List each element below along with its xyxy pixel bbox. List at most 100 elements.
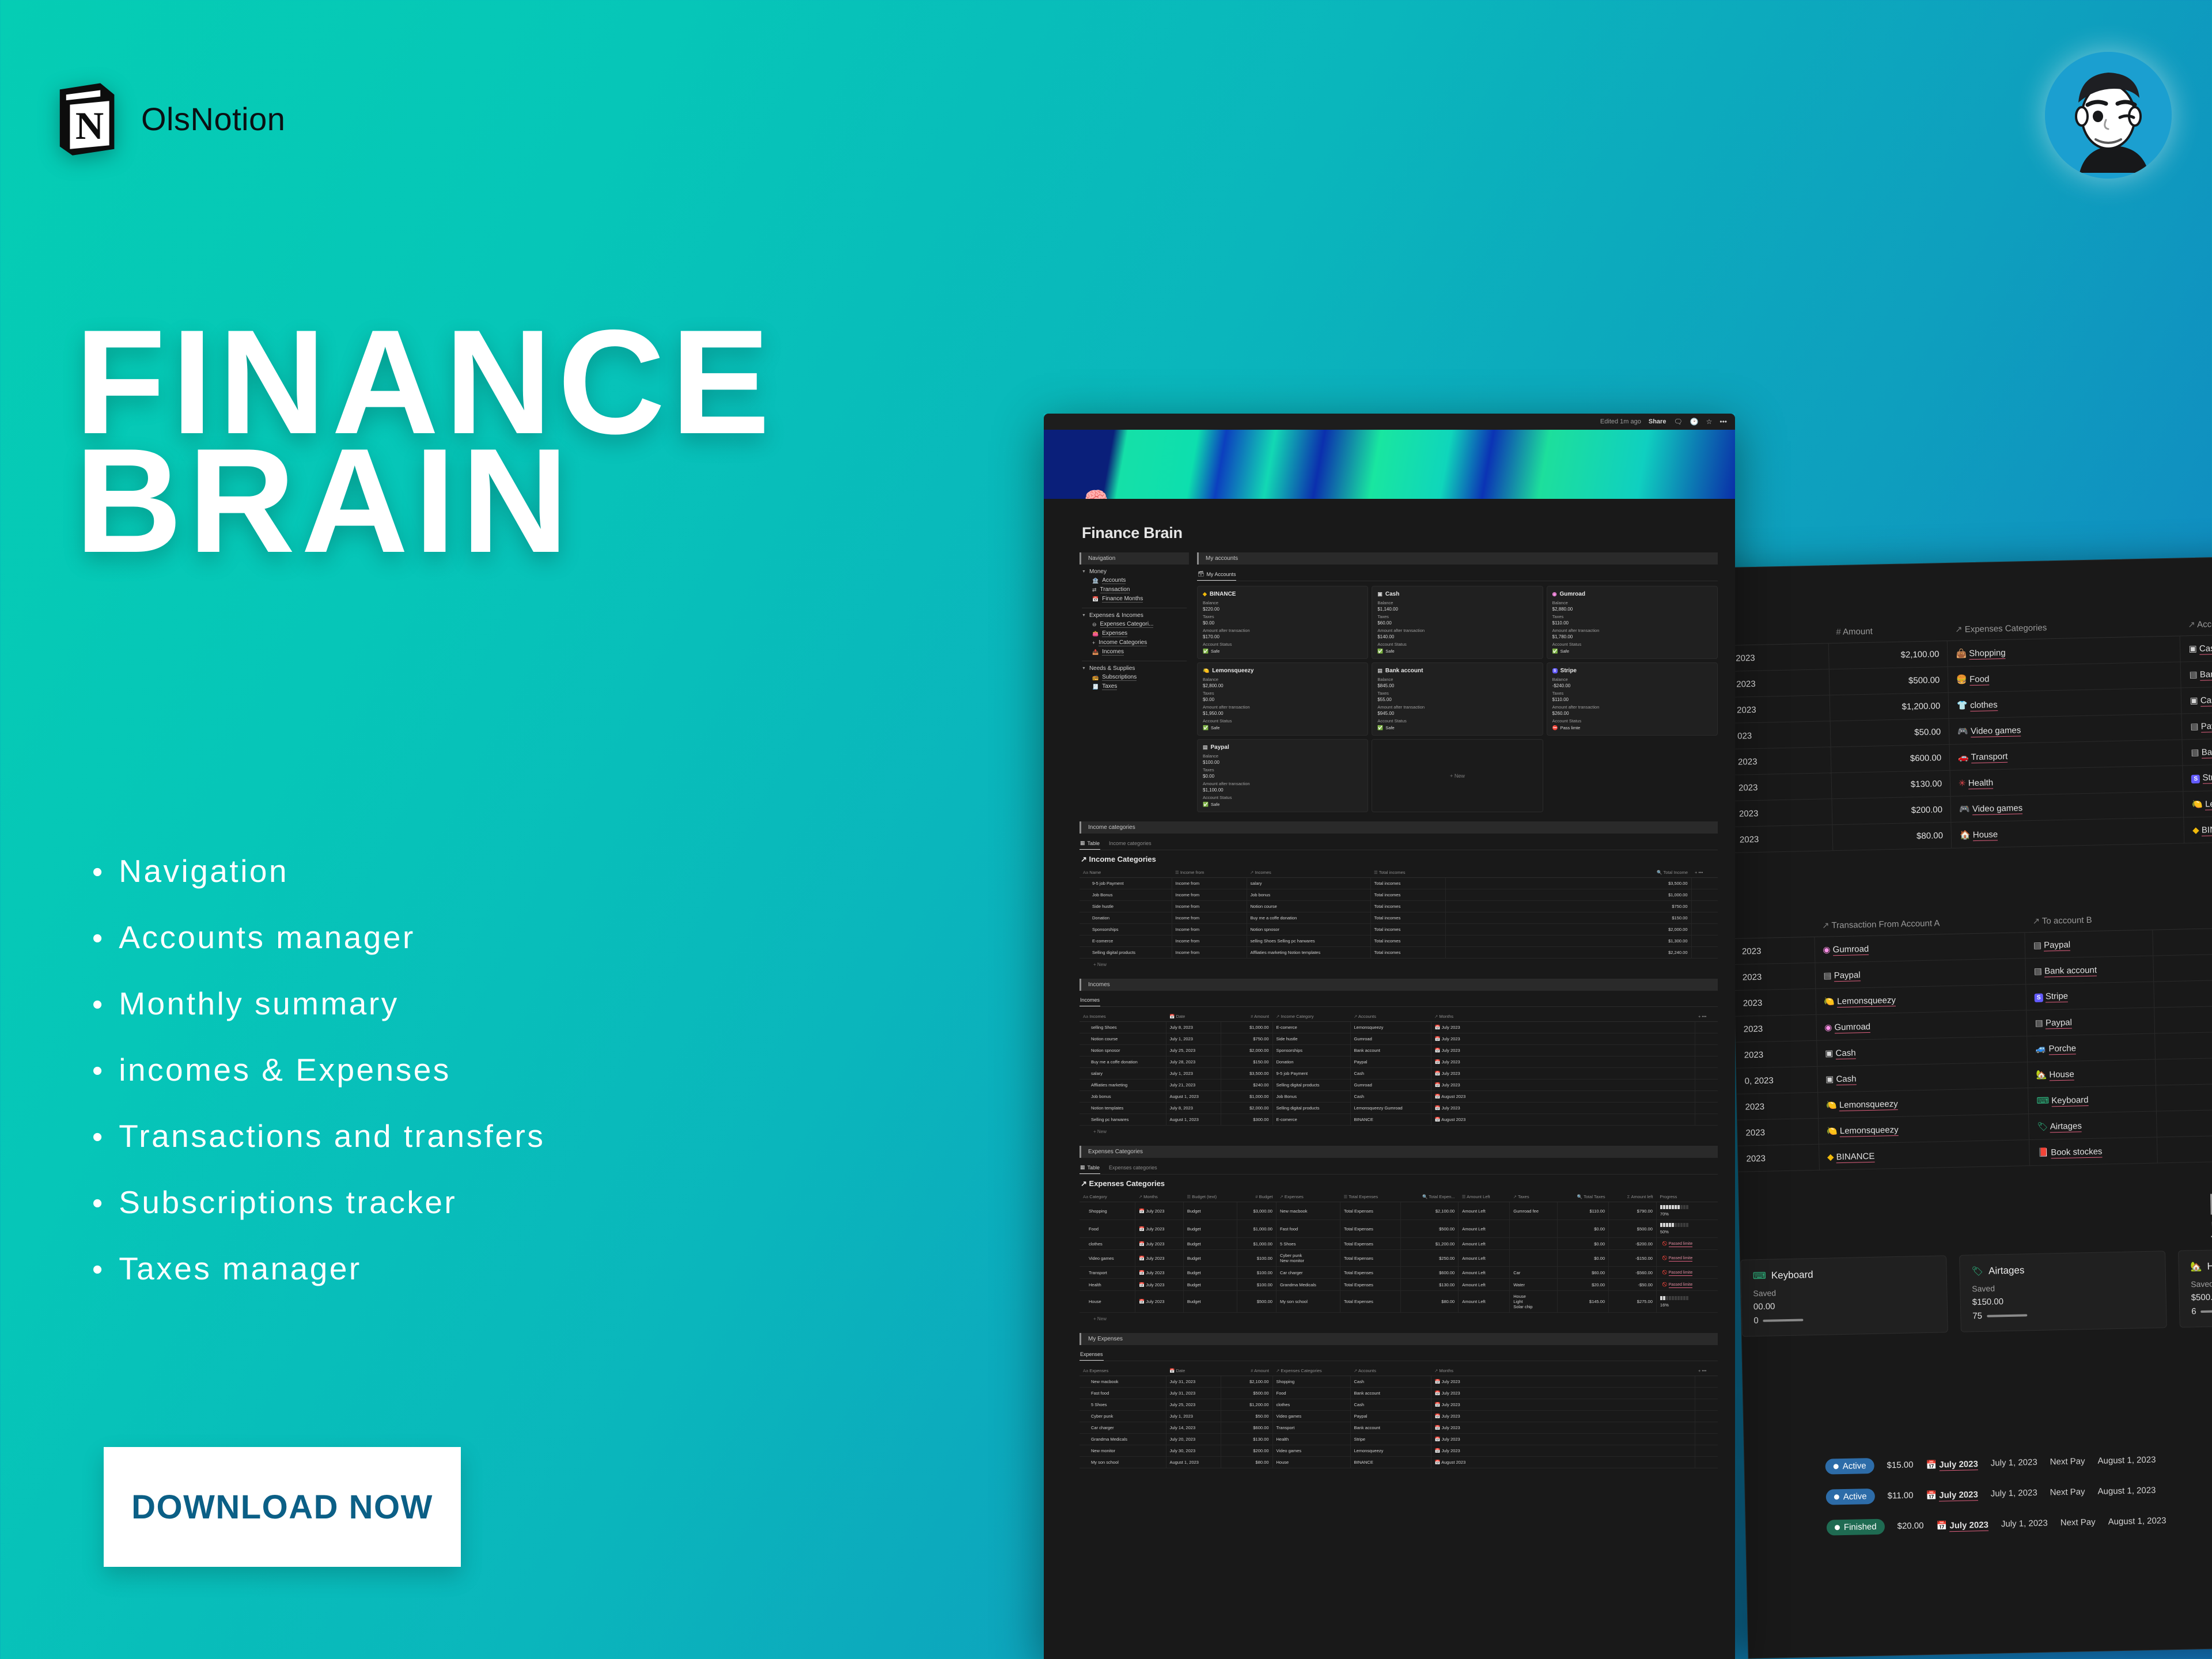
cell-expense-name[interactable]: New macbook [1080, 1376, 1166, 1388]
cell-progress[interactable]: 16% [1656, 1290, 1718, 1313]
back-transfers-table[interactable]: ↗ Transaction From Account A ↗ To accoun… [1733, 903, 2212, 1172]
cell-expense-name[interactable]: Car charger [1080, 1422, 1166, 1434]
cell-expenses[interactable]: New macbook [1276, 1202, 1341, 1220]
cell-amount-left-label[interactable]: Amount Left [1458, 1249, 1510, 1267]
cell-income-name[interactable]: Notion course [1080, 1033, 1166, 1045]
cell-amount[interactable]: $240.00 [1221, 1079, 1273, 1091]
cell-income-name[interactable]: Notion templates [1080, 1102, 1166, 1114]
cell-amount[interactable]: $1,200.00 [1221, 1399, 1273, 1411]
cell-name[interactable]: Sponsorships [1080, 923, 1172, 935]
cell-from-account[interactable]: ◉ Gumroad [1814, 932, 2025, 963]
cell-income-category[interactable]: 9-5 job Payment [1272, 1067, 1351, 1080]
table-row[interactable]: Job Bonus Income from Job bonus Total in… [1080, 889, 1718, 901]
cell-total-expenses[interactable]: $130.00 [1400, 1278, 1459, 1291]
cell-expenses[interactable]: Grandma Medicals [1276, 1278, 1341, 1291]
cell-total-expenses[interactable]: $2,100.00 [1400, 1202, 1459, 1220]
table-row[interactable]: Transport 📅 July 2023 Budget $100.00 Car… [1080, 1266, 1718, 1279]
cell-total-expenses-label[interactable]: Total Expenses [1340, 1290, 1401, 1313]
cell-from-account[interactable]: ▤ Paypal [1815, 958, 2026, 989]
cell-transaction-amount[interactable]: $200.00 [2154, 1004, 2212, 1034]
column-income-category[interactable]: ↗ Income Category [1272, 1012, 1350, 1022]
sidebar-item-accounts[interactable]: 🏦 Accounts [1092, 577, 1189, 584]
cell-total-expenses-label[interactable]: Total Expenses [1340, 1249, 1401, 1267]
table-row[interactable]: Selling pc harwares August 1, 2023 $300.… [1080, 1113, 1718, 1126]
cell-total-income[interactable]: $750.00 [1445, 900, 1692, 912]
incomes-table[interactable]: Aa Incomes 📅 Date # Amount ↗ Income Cate… [1080, 1012, 1718, 1126]
cell-account[interactable]: Bank account [1350, 1387, 1431, 1399]
new-account-button[interactable]: + New [1372, 739, 1543, 812]
cell-total-income[interactable]: $2,000.00 [1445, 923, 1692, 935]
cell-expense-category[interactable]: Food [1272, 1387, 1351, 1399]
column-total-taxes[interactable]: 🔍 Total Taxes [1557, 1192, 1609, 1202]
cell-total-expenses-label[interactable]: Total Expenses [1340, 1219, 1401, 1238]
cell-month[interactable]: 📅 July 2023 [1135, 1266, 1184, 1279]
cell-amount-left[interactable]: $275.00 [1608, 1290, 1657, 1313]
chevron-down-icon[interactable]: ▼ [1082, 613, 1086, 618]
cell-total-expenses[interactable]: $80.00 [1400, 1290, 1459, 1313]
cell-progress[interactable]: 🚫 Passed limite [1656, 1266, 1718, 1279]
column-accounts[interactable]: ↗ Accounts [2179, 609, 2212, 636]
chevron-down-icon[interactable]: ▼ [1082, 666, 1086, 671]
cell-income-name[interactable]: Buy me a coffe donation [1080, 1056, 1166, 1068]
cell-total-income[interactable]: $3,500.00 [1445, 877, 1692, 889]
cell-date[interactable]: August 1, 2023 [1166, 1456, 1221, 1468]
cell-total-taxes[interactable]: $110.00 [1557, 1202, 1609, 1220]
column-add[interactable]: + ••• [1695, 1012, 1718, 1022]
cell-from-account[interactable]: ◉ Gumroad [1816, 1010, 2027, 1041]
cell-transaction-amount[interactable]: $500.00 [2154, 1030, 2212, 1060]
cell-date[interactable]: July 31, 2023 [1166, 1376, 1221, 1388]
account-card[interactable]: ▣ Cash Balance $1,140.00 Taxes $60.00 Amo… [1372, 586, 1543, 659]
cell-month[interactable]: 📅 July 2023 [1431, 1387, 1695, 1399]
cell-expenses[interactable]: Cyber punk New monitor [1276, 1249, 1341, 1267]
cell-taxes[interactable]: Car [1509, 1266, 1558, 1279]
cell-date[interactable]: August 1, 2023 [1166, 1090, 1221, 1103]
comment-icon[interactable]: 🗨 [1673, 418, 1682, 426]
table-row[interactable]: New macbook July 31, 2023 $2,100.00 Shop… [1080, 1376, 1718, 1388]
sidebar-item-transaction[interactable]: ⇄ Transaction [1092, 586, 1189, 593]
cell-amount-left[interactable]: -$50.00 [1608, 1278, 1657, 1291]
column-incomes[interactable]: Aa Incomes [1080, 1012, 1166, 1022]
download-now-button[interactable]: DOWNLOAD NOW [104, 1447, 461, 1567]
cell-amount[interactable]: $3,500.00 [1221, 1067, 1273, 1080]
cell-budget[interactable]: $100.00 [1237, 1278, 1277, 1291]
column-add[interactable]: + ••• [1691, 868, 1718, 878]
debt-card[interactable]: ⌨ Keyboard Saved 00.00 0 [1740, 1255, 1948, 1337]
cell-income-category[interactable]: E-comerce [1272, 1113, 1351, 1126]
cell-progress[interactable]: 50% [1656, 1219, 1718, 1238]
cell-month[interactable]: 📅 July 2023 [1431, 1067, 1695, 1080]
cell-expense-name[interactable]: My son school [1080, 1456, 1166, 1468]
cell-total-expenses[interactable]: $1,200.00 [1400, 1237, 1459, 1250]
cell-month[interactable]: 📅 August 2023 [1431, 1113, 1695, 1126]
column-add[interactable]: + ••• [1695, 1366, 1718, 1376]
cell-amount[interactable]: $750.00 [1221, 1033, 1273, 1045]
cell-expenses[interactable]: Fast food [1276, 1219, 1341, 1238]
cell-taxes[interactable] [1509, 1219, 1558, 1238]
cell-budget[interactable]: $100.00 [1237, 1249, 1277, 1267]
cell-budget-text[interactable]: Budget [1183, 1290, 1238, 1313]
cell-amount[interactable]: $2,100.00 [1828, 641, 1948, 669]
cell-account[interactable]: ▤ Paypal [2181, 710, 2212, 740]
sidebar-item-incomes[interactable]: 📥 Incomes [1092, 649, 1189, 656]
column-total-expenses[interactable]: ☰ Total Expenses [1340, 1192, 1401, 1202]
cell-income-category[interactable]: Side hustle [1272, 1033, 1351, 1045]
cell-date[interactable]: 2023 [1727, 643, 1829, 672]
cell-category[interactable]: Shopping [1080, 1202, 1136, 1220]
cell-transaction-amount[interactable]: $500.00 [2153, 978, 2212, 1008]
cell-name[interactable]: Selling digital products [1080, 946, 1172, 959]
cell-incomes[interactable]: Notion spnosor [1247, 923, 1371, 935]
cell-to-account[interactable]: 🏡 House [2027, 1059, 2156, 1088]
cell-taxes[interactable]: Gumroad fee [1509, 1202, 1558, 1220]
cell-expense-name[interactable]: New monitor [1080, 1445, 1166, 1457]
cell-date[interactable]: July 30, 2023 [1166, 1445, 1221, 1457]
cell-expense-category[interactable]: Shopping [1272, 1376, 1351, 1388]
cell-to-account[interactable]: ▤ Bank account [2025, 956, 2154, 984]
table-row[interactable]: Video games 📅 July 2023 Budget $100.00 C… [1080, 1249, 1718, 1267]
cell-category[interactable]: Food [1080, 1219, 1136, 1238]
cell-income-from[interactable]: Income from [1172, 935, 1247, 947]
cell-name[interactable]: Donation [1080, 912, 1172, 924]
account-card[interactable]: S Stripe Balance -$240.00 Taxes $110.00 A… [1546, 662, 1718, 736]
cell-account[interactable]: Gumroad [1350, 1033, 1431, 1045]
cell-total-expenses[interactable]: $500.00 [1400, 1219, 1459, 1238]
tab-expenses[interactable]: Expenses [1080, 1349, 1104, 1361]
table-row[interactable]: salary July 1, 2023 $3,500.00 9-5 job Pa… [1080, 1067, 1718, 1080]
